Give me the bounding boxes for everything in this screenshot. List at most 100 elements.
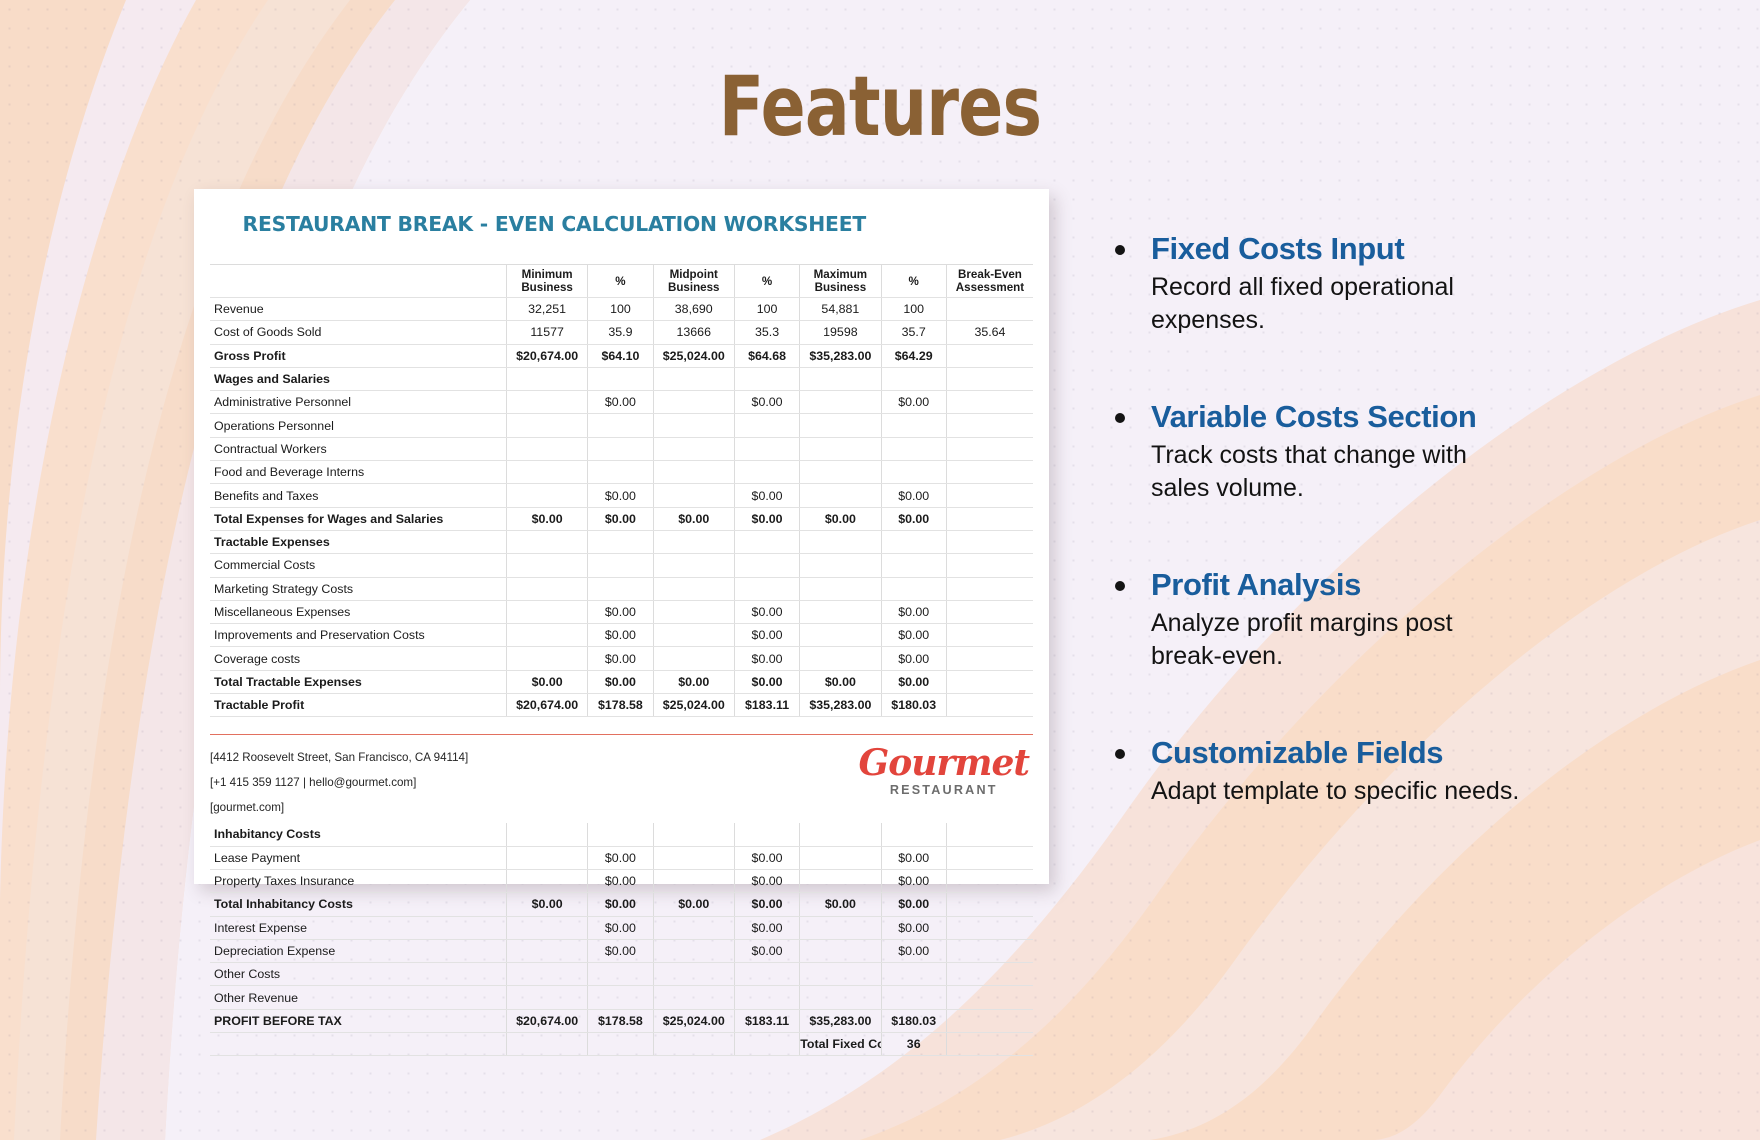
row-cell — [653, 437, 735, 462]
row-cell: $64.68 — [734, 344, 801, 368]
row-cell — [653, 367, 735, 392]
table-row: Marketing Strategy Costs — [210, 577, 1033, 601]
table-row: Tractable Profit $20,674.00 $178.58 $25,024… — [210, 693, 1033, 718]
row-cell — [653, 916, 735, 940]
logo-subtitle: RESTAURANT — [889, 783, 998, 798]
table-row: Contractual Workers — [210, 437, 1033, 462]
logo-wordmark: Gourmet — [858, 742, 1030, 785]
table-row: Gross Profit $20,674.00 $64.10 $25,024.00 $6… — [210, 344, 1033, 368]
row-cell: $0.00 — [587, 846, 654, 870]
row-cell: $0.00 — [734, 869, 801, 894]
row-cell: $0.00 — [881, 623, 947, 648]
row-cell: $0.00 — [881, 600, 947, 625]
row-cell: $178.58 — [587, 1009, 654, 1034]
feature-item: Variable Costs Section Track costs that c… — [1115, 399, 1675, 505]
row-cell — [946, 846, 1033, 870]
row-cell — [799, 390, 882, 415]
row-cell — [587, 460, 654, 485]
row-cell: $0.00 — [506, 507, 589, 531]
row-cell: $0.00 — [881, 916, 947, 940]
row-cell — [799, 823, 882, 847]
row-cell — [506, 869, 589, 894]
row-cell — [653, 823, 735, 847]
worksheet-title: RESTAURANT BREAK - EVEN CALCULATION WORK… — [242, 212, 867, 236]
row-cell — [946, 823, 1033, 847]
feature-body: Record all fixed operational expenses. — [1151, 273, 1454, 334]
row-cell: $0.00 — [587, 892, 654, 917]
row-label: Lease Payment — [210, 846, 507, 870]
row-cell — [881, 962, 947, 987]
feature-item: Customizable Fields Adapt template to spe… — [1115, 735, 1675, 808]
table-row: Operations Personnel — [210, 413, 1033, 438]
row-cell: $0.00 — [587, 507, 654, 531]
row-cell: $35,283.00 — [799, 693, 882, 718]
row-label: Commercial Costs — [210, 553, 507, 578]
row-label: Contractual Workers — [210, 437, 507, 462]
row-cell — [799, 869, 882, 894]
header-percent-2: % — [734, 264, 801, 298]
row-cell — [734, 985, 801, 1010]
row-cell: $0.00 — [587, 600, 654, 625]
row-cell — [734, 367, 801, 392]
row-cell — [946, 985, 1033, 1010]
row-cell: $0.00 — [587, 939, 654, 964]
header-minimum-business: Minimum Business — [506, 264, 589, 298]
row-cell — [946, 344, 1033, 368]
row-cell — [653, 530, 735, 555]
row-cell — [881, 437, 947, 462]
row-label: Other Revenue — [210, 985, 507, 1010]
header-line-1: Midpoint — [669, 268, 718, 281]
row-cell — [946, 962, 1033, 987]
row-cell: $0.00 — [653, 507, 735, 531]
row-cell — [946, 916, 1033, 940]
row-cell — [799, 553, 882, 578]
row-cell: $64.10 — [587, 344, 654, 368]
table-row: Other Revenue — [210, 985, 1033, 1010]
row-cell: $0.00 — [881, 869, 947, 894]
bullet-icon — [1115, 749, 1125, 759]
feature-heading: Fixed Costs Input — [1151, 231, 1405, 266]
row-cell — [881, 460, 947, 485]
feature-text: Profit Analysis Analyze profit margins po… — [1151, 567, 1675, 673]
row-cell: 36 — [881, 1032, 947, 1057]
row-label: Inhabitancy Costs — [210, 823, 507, 847]
row-cell — [881, 823, 947, 847]
row-cell: $0.00 — [734, 916, 801, 940]
table-body-top: Revenue 32,251 100 38,690 100 54,881 100 Cost o… — [210, 297, 1033, 718]
row-cell — [653, 869, 735, 894]
row-cell — [653, 553, 735, 578]
row-label: Improvements and Preservation Costs — [210, 623, 507, 648]
row-cell — [734, 413, 801, 438]
row-cell — [506, 483, 589, 508]
row-cell — [799, 367, 882, 392]
row-cell: $0.00 — [587, 869, 654, 894]
row-cell — [506, 916, 589, 940]
row-cell: $0.00 — [587, 623, 654, 648]
row-cell — [881, 413, 947, 438]
row-cell: $25,024.00 — [653, 344, 735, 368]
table-row: Coverage costs $0.00 $0.00 $0.00 — [210, 646, 1033, 671]
row-cell — [946, 367, 1033, 392]
table-row: Food and Beverage Interns — [210, 460, 1033, 485]
row-cell: $0.00 — [734, 646, 801, 671]
table-row: Total Fixed Costs36 — [210, 1032, 1033, 1057]
features-list: Fixed Costs Input Record all fixed operat… — [1115, 231, 1675, 870]
row-cell — [734, 823, 801, 847]
row-cell: $0.00 — [587, 390, 654, 415]
table-row: Depreciation Expense $0.00 $0.00 $0.00 — [210, 939, 1033, 964]
row-cell: $0.00 — [881, 483, 947, 508]
row-cell — [734, 553, 801, 578]
row-cell — [881, 985, 947, 1010]
table-row: Miscellaneous Expenses $0.00 $0.00 $0.00 — [210, 600, 1033, 625]
header-breakeven-assessment: Break-Even Assessment — [946, 264, 1033, 298]
page-title: Features — [718, 58, 1042, 155]
table-row: Benefits and Taxes $0.00 $0.00 $0.00 — [210, 483, 1033, 508]
row-cell — [506, 962, 589, 987]
row-cell: $25,024.00 — [653, 693, 735, 718]
header-line-2: Assessment — [955, 281, 1025, 294]
row-cell — [506, 600, 589, 625]
table-row: Inhabitancy Costs — [210, 823, 1033, 847]
bullet-icon — [1115, 245, 1125, 255]
row-cell: $178.58 — [587, 693, 654, 718]
row-cell: 38,690 — [653, 297, 735, 322]
